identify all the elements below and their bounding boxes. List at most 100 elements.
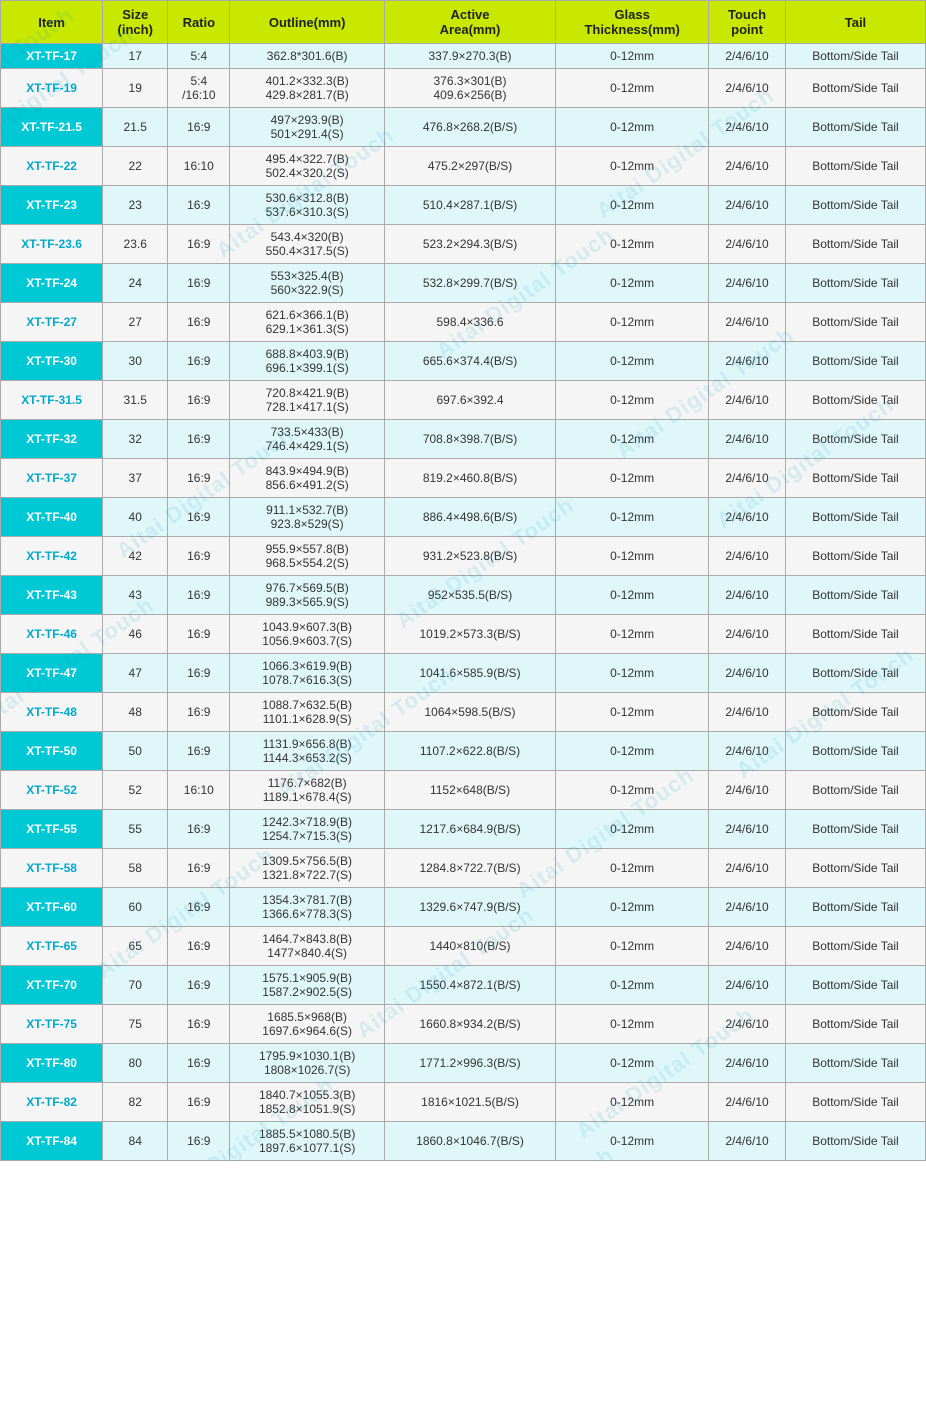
cell-ratio: 16:9 bbox=[168, 186, 230, 225]
col-ratio: Ratio bbox=[168, 1, 230, 44]
cell-outline: 1242.3×718.9(B)1254.7×715.3(S) bbox=[230, 810, 385, 849]
cell-active: 1329.6×747.9(B/S) bbox=[384, 888, 555, 927]
table-row: XT-TF-434316:9976.7×569.5(B)989.3×565.9(… bbox=[1, 576, 926, 615]
table-row: XT-TF-242416:9553×325.4(B)560×322.9(S)53… bbox=[1, 264, 926, 303]
cell-item: XT-TF-19 bbox=[1, 69, 103, 108]
cell-active: 952×535.5(B/S) bbox=[384, 576, 555, 615]
cell-tail: Bottom/Side Tail bbox=[785, 1122, 925, 1161]
cell-touch: 2/4/6/10 bbox=[709, 108, 786, 147]
cell-tail: Bottom/Side Tail bbox=[785, 1044, 925, 1083]
cell-tail: Bottom/Side Tail bbox=[785, 693, 925, 732]
cell-touch: 2/4/6/10 bbox=[709, 69, 786, 108]
cell-active: 1019.2×573.3(B/S) bbox=[384, 615, 555, 654]
cell-active: 1860.8×1046.7(B/S) bbox=[384, 1122, 555, 1161]
cell-ratio: 16:9 bbox=[168, 1044, 230, 1083]
cell-outline: 362.8*301.6(B) bbox=[230, 44, 385, 69]
cell-item: XT-TF-80 bbox=[1, 1044, 103, 1083]
cell-ratio: 5:4/16:10 bbox=[168, 69, 230, 108]
cell-item: XT-TF-17 bbox=[1, 44, 103, 69]
table-row: XT-TF-474716:91066.3×619.9(B)1078.7×616.… bbox=[1, 654, 926, 693]
cell-touch: 2/4/6/10 bbox=[709, 849, 786, 888]
cell-size: 60 bbox=[103, 888, 168, 927]
cell-tail: Bottom/Side Tail bbox=[785, 381, 925, 420]
col-touch: Touchpoint bbox=[709, 1, 786, 44]
cell-glass: 0-12mm bbox=[556, 498, 709, 537]
cell-tail: Bottom/Side Tail bbox=[785, 225, 925, 264]
table-row: XT-TF-505016:91131.9×656.8(B)1144.3×653.… bbox=[1, 732, 926, 771]
cell-outline: 911.1×532.7(B)923.8×529(S) bbox=[230, 498, 385, 537]
cell-glass: 0-12mm bbox=[556, 1044, 709, 1083]
cell-glass: 0-12mm bbox=[556, 1122, 709, 1161]
cell-glass: 0-12mm bbox=[556, 147, 709, 186]
cell-tail: Bottom/Side Tail bbox=[785, 342, 925, 381]
table-row: XT-TF-555516:91242.3×718.9(B)1254.7×715.… bbox=[1, 810, 926, 849]
cell-size: 30 bbox=[103, 342, 168, 381]
cell-item: XT-TF-21.5 bbox=[1, 108, 103, 147]
col-size: Size(inch) bbox=[103, 1, 168, 44]
table-row: XT-TF-606016:91354.3×781.7(B)1366.6×778.… bbox=[1, 888, 926, 927]
cell-ratio: 16:9 bbox=[168, 108, 230, 147]
cell-item: XT-TF-30 bbox=[1, 342, 103, 381]
cell-touch: 2/4/6/10 bbox=[709, 576, 786, 615]
cell-outline: 1066.3×619.9(B)1078.7×616.3(S) bbox=[230, 654, 385, 693]
cell-touch: 2/4/6/10 bbox=[709, 186, 786, 225]
cell-touch: 2/4/6/10 bbox=[709, 498, 786, 537]
cell-item: XT-TF-37 bbox=[1, 459, 103, 498]
cell-glass: 0-12mm bbox=[556, 186, 709, 225]
cell-item: XT-TF-47 bbox=[1, 654, 103, 693]
cell-active: 1816×1021.5(B/S) bbox=[384, 1083, 555, 1122]
cell-ratio: 16:9 bbox=[168, 498, 230, 537]
cell-outline: 1131.9×656.8(B)1144.3×653.2(S) bbox=[230, 732, 385, 771]
cell-size: 22 bbox=[103, 147, 168, 186]
cell-outline: 720.8×421.9(B)728.1×417.1(S) bbox=[230, 381, 385, 420]
cell-touch: 2/4/6/10 bbox=[709, 888, 786, 927]
cell-active: 697.6×392.4 bbox=[384, 381, 555, 420]
cell-item: XT-TF-27 bbox=[1, 303, 103, 342]
col-outline: Outline(mm) bbox=[230, 1, 385, 44]
cell-touch: 2/4/6/10 bbox=[709, 225, 786, 264]
cell-tail: Bottom/Side Tail bbox=[785, 966, 925, 1005]
cell-outline: 1043.9×607.3(B)1056.9×603.7(S) bbox=[230, 615, 385, 654]
cell-glass: 0-12mm bbox=[556, 44, 709, 69]
cell-tail: Bottom/Side Tail bbox=[785, 849, 925, 888]
cell-active: 819.2×460.8(B/S) bbox=[384, 459, 555, 498]
cell-item: XT-TF-58 bbox=[1, 849, 103, 888]
cell-tail: Bottom/Side Tail bbox=[785, 69, 925, 108]
table-row: XT-TF-19195:4/16:10401.2×332.3(B)429.8×2… bbox=[1, 69, 926, 108]
cell-tail: Bottom/Side Tail bbox=[785, 810, 925, 849]
cell-active: 708.8×398.7(B/S) bbox=[384, 420, 555, 459]
cell-ratio: 16:9 bbox=[168, 576, 230, 615]
table-row: XT-TF-323216:9733.5×433(B)746.4×429.1(S)… bbox=[1, 420, 926, 459]
cell-glass: 0-12mm bbox=[556, 1005, 709, 1044]
table-row: XT-TF-484816:91088.7×632.5(B)1101.1×628.… bbox=[1, 693, 926, 732]
cell-outline: 495.4×322.7(B)502.4×320.2(S) bbox=[230, 147, 385, 186]
cell-glass: 0-12mm bbox=[556, 420, 709, 459]
cell-size: 27 bbox=[103, 303, 168, 342]
table-row: XT-TF-21.521.516:9497×293.9(B)501×291.4(… bbox=[1, 108, 926, 147]
cell-touch: 2/4/6/10 bbox=[709, 147, 786, 186]
header-row: Item Size(inch) Ratio Outline(mm) Active… bbox=[1, 1, 926, 44]
cell-ratio: 16:9 bbox=[168, 420, 230, 459]
cell-glass: 0-12mm bbox=[556, 693, 709, 732]
product-table: Item Size(inch) Ratio Outline(mm) Active… bbox=[0, 0, 926, 1161]
cell-item: XT-TF-82 bbox=[1, 1083, 103, 1122]
cell-ratio: 16:9 bbox=[168, 1005, 230, 1044]
cell-tail: Bottom/Side Tail bbox=[785, 732, 925, 771]
cell-glass: 0-12mm bbox=[556, 264, 709, 303]
cell-size: 40 bbox=[103, 498, 168, 537]
cell-ratio: 16:9 bbox=[168, 615, 230, 654]
cell-active: 931.2×523.8(B/S) bbox=[384, 537, 555, 576]
cell-active: 523.2×294.3(B/S) bbox=[384, 225, 555, 264]
cell-ratio: 16:9 bbox=[168, 693, 230, 732]
cell-ratio: 16:9 bbox=[168, 654, 230, 693]
cell-size: 84 bbox=[103, 1122, 168, 1161]
cell-touch: 2/4/6/10 bbox=[709, 693, 786, 732]
cell-touch: 2/4/6/10 bbox=[709, 459, 786, 498]
cell-outline: 1464.7×843.8(B)1477×840.4(S) bbox=[230, 927, 385, 966]
cell-outline: 401.2×332.3(B)429.8×281.7(B) bbox=[230, 69, 385, 108]
cell-active: 1550.4×872.1(B/S) bbox=[384, 966, 555, 1005]
cell-active: 476.8×268.2(B/S) bbox=[384, 108, 555, 147]
cell-size: 70 bbox=[103, 966, 168, 1005]
cell-active: 1152×648(B/S) bbox=[384, 771, 555, 810]
cell-active: 532.8×299.7(B/S) bbox=[384, 264, 555, 303]
